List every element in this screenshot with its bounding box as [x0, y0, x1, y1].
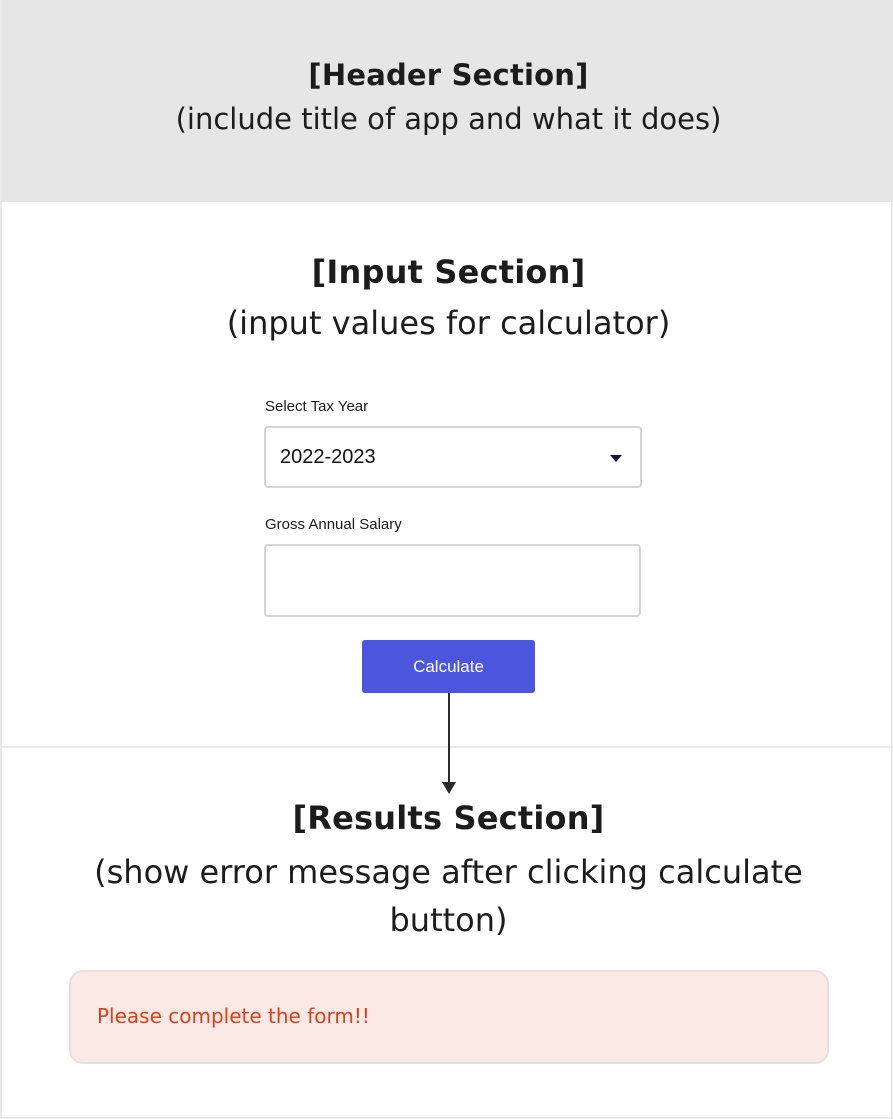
tax-year-selected-value: 2022-2023	[280, 446, 376, 468]
results-section-subtitle: (show error message after clicking calcu…	[94, 853, 803, 939]
header-section: [Header Section] (include title of app a…	[2, 0, 893, 202]
results-section-title: [Results Section]	[292, 799, 605, 837]
header-title: [Header Section]	[308, 58, 589, 92]
caret-down-icon	[610, 455, 622, 462]
error-message-box: Please complete the form!!	[69, 970, 829, 1064]
salary-input[interactable]	[264, 544, 641, 617]
error-message: Please complete the form!!	[97, 1004, 370, 1028]
results-section: [Results Section] (show error message af…	[2, 748, 893, 1117]
tax-year-select[interactable]: 2022-2023	[264, 426, 642, 488]
input-section-subtitle: (input values for calculator)	[226, 304, 671, 342]
calculate-button[interactable]: Calculate	[362, 640, 535, 693]
salary-label: Gross Annual Salary	[265, 516, 402, 533]
input-section: [Input Section] (input values for calcul…	[2, 202, 893, 746]
header-subtitle: (include title of app and what it does)	[175, 102, 722, 136]
tax-year-label: Select Tax Year	[265, 398, 369, 415]
input-section-title: [Input Section]	[311, 253, 586, 291]
